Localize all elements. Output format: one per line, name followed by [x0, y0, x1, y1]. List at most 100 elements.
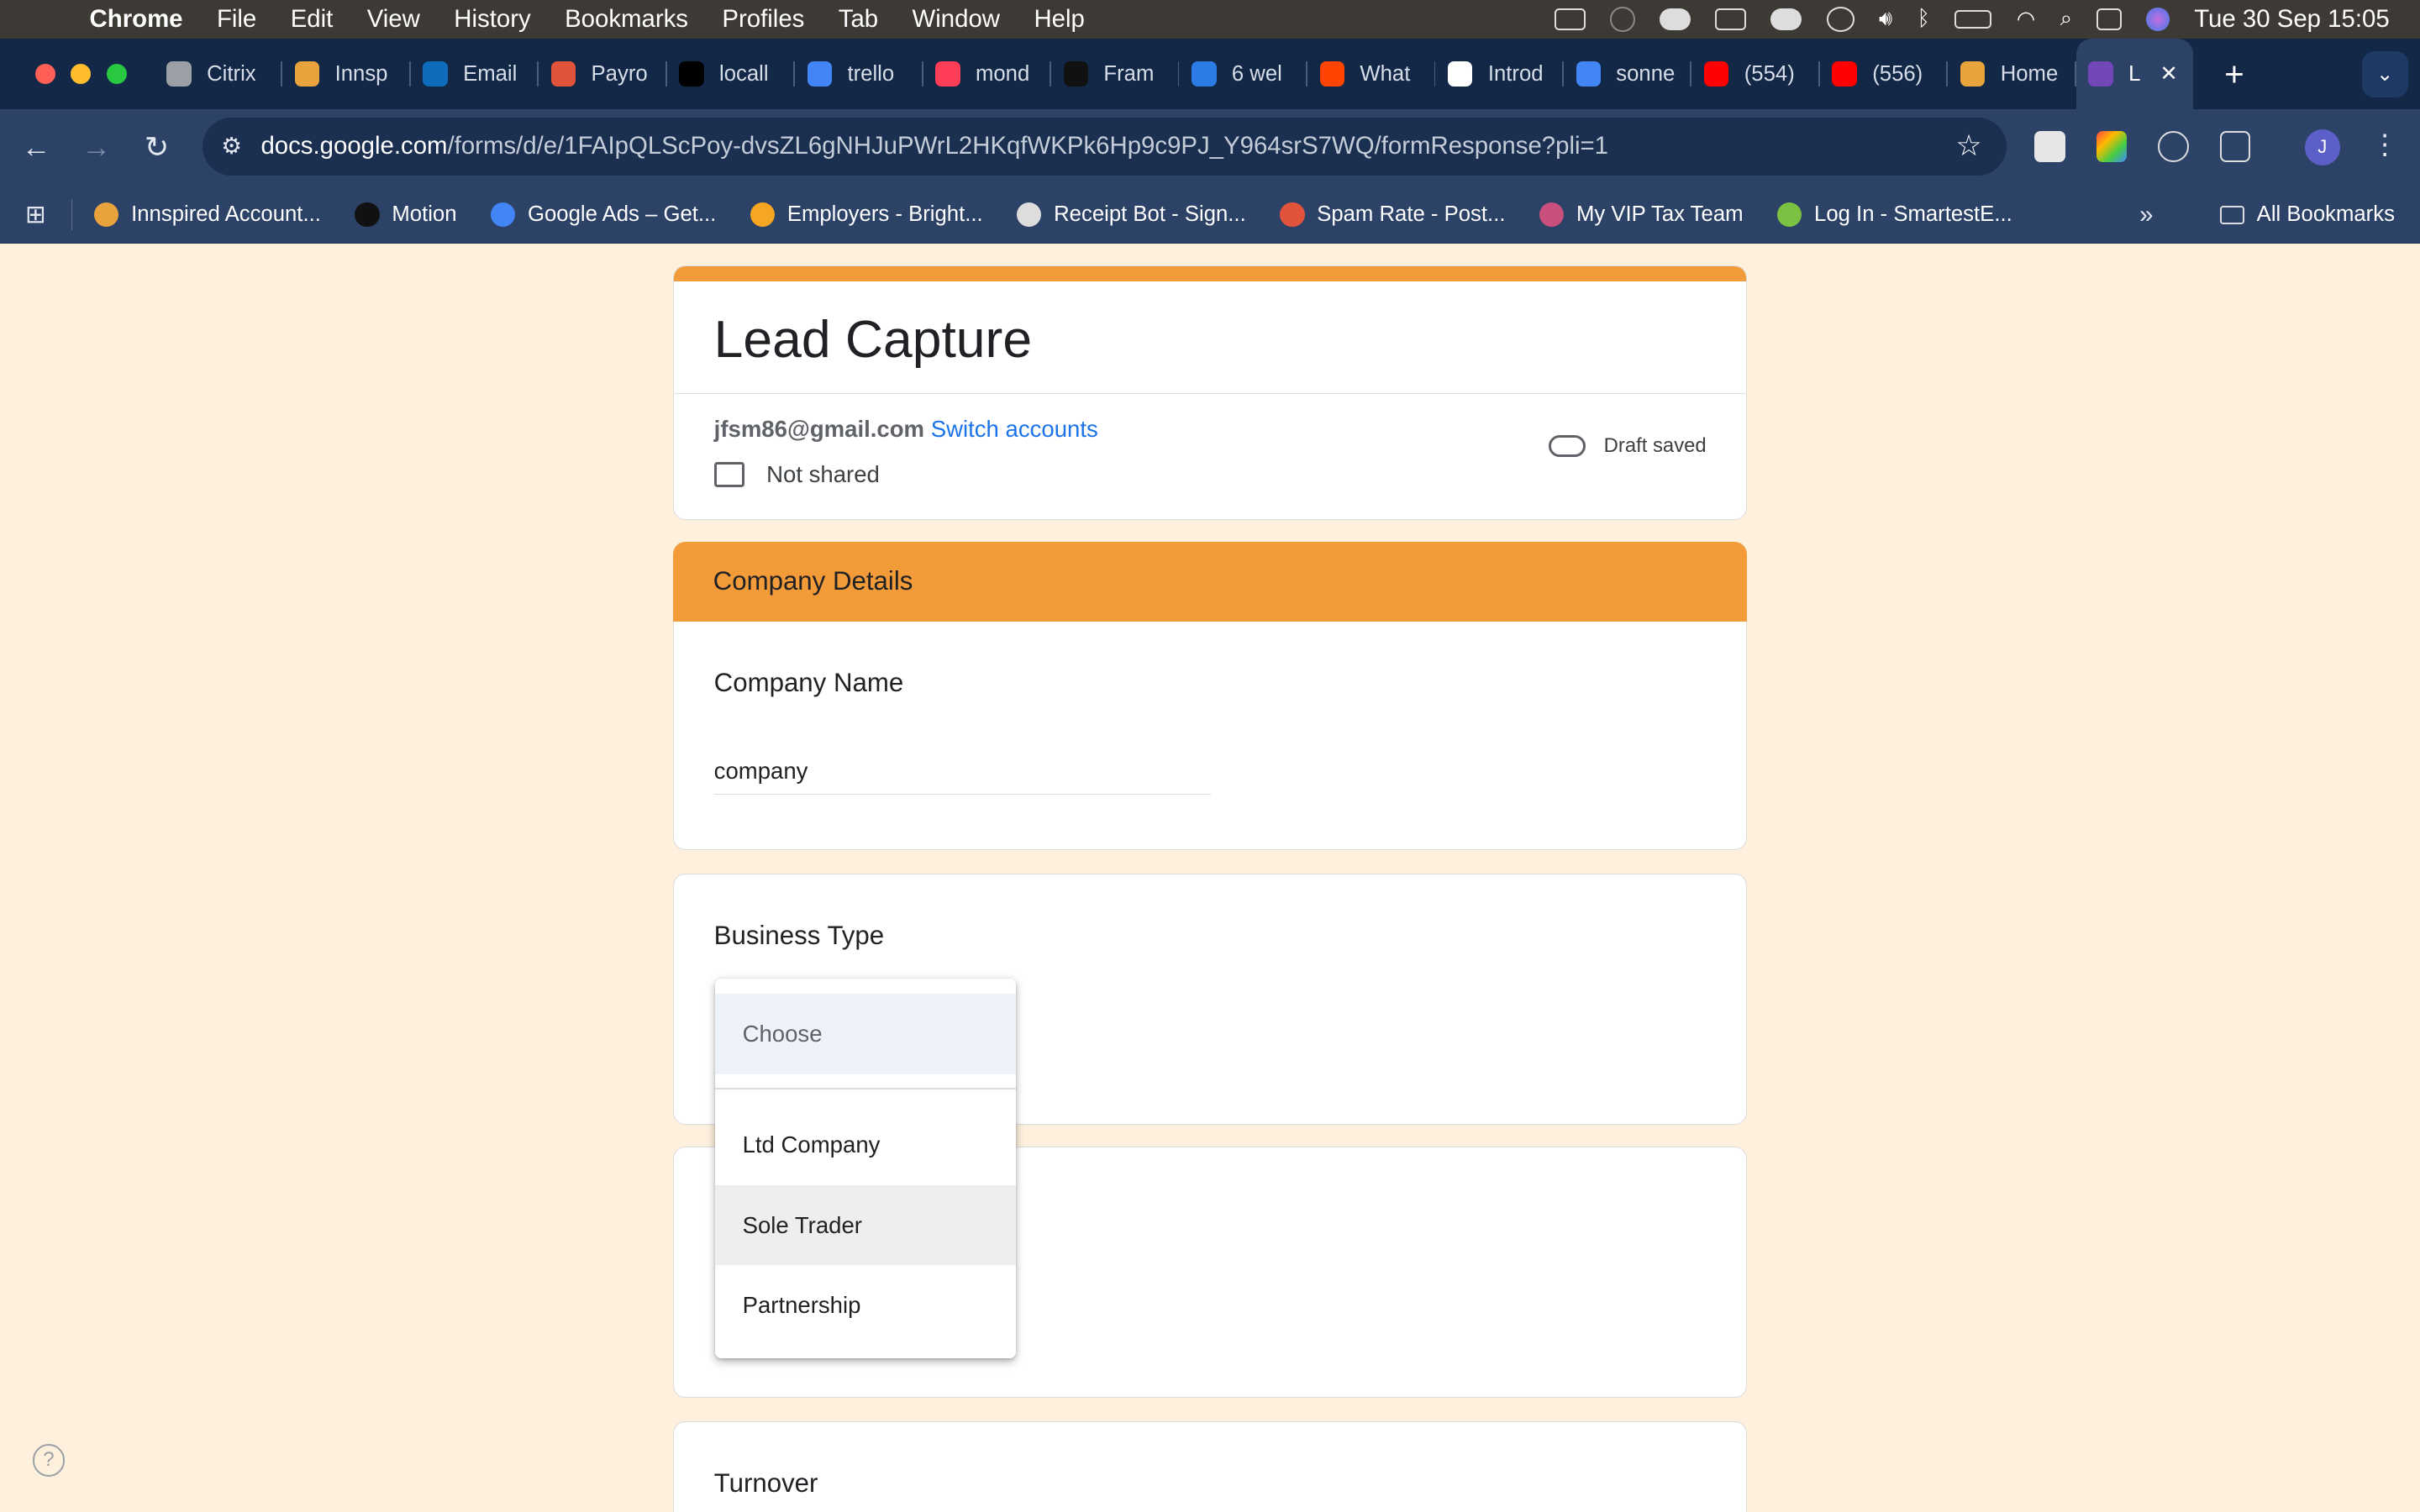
- browser-tab[interactable]: Introd: [1435, 39, 1564, 110]
- tab-search-button[interactable]: ⌄: [2361, 50, 2408, 97]
- option-partnership[interactable]: Partnership: [715, 1265, 1016, 1346]
- bookmark-label: My VIP Tax Team: [1576, 202, 1744, 227]
- bookmark-item[interactable]: Log In - SmartestE...: [1776, 202, 2012, 228]
- dropdown-placeholder[interactable]: Choose: [714, 994, 1016, 1074]
- cloud-icon[interactable]: [1660, 8, 1691, 30]
- help-icon[interactable]: ?: [32, 1444, 66, 1477]
- bookmark-item[interactable]: My VIP Tax Team: [1539, 202, 1744, 228]
- tab-favicon-icon: [1063, 61, 1089, 87]
- menu-view[interactable]: View: [367, 5, 420, 34]
- all-bookmarks-button[interactable]: All Bookmarks: [2219, 202, 2395, 227]
- creative-cloud-icon[interactable]: [1826, 7, 1854, 32]
- tab-label: Email: [463, 61, 518, 86]
- react-devtools-icon[interactable]: [2158, 131, 2189, 162]
- browser-tab[interactable]: Email: [411, 39, 539, 110]
- bookmark-star-icon[interactable]: ☆: [1955, 129, 1981, 163]
- browser-tab[interactable]: What: [1307, 39, 1436, 110]
- browser-tab[interactable]: Fram: [1051, 39, 1180, 110]
- menu-file[interactable]: File: [217, 5, 256, 34]
- option-sole-trader[interactable]: Sole Trader: [714, 1184, 1016, 1266]
- bookmark-favicon-icon: [1017, 202, 1042, 228]
- chrome-menu-icon[interactable]: ⋮: [2371, 128, 2399, 161]
- more-bookmarks-icon[interactable]: »: [2139, 201, 2153, 229]
- browser-tab[interactable]: trello: [795, 39, 923, 110]
- browser-tab[interactable]: Payro: [539, 39, 667, 110]
- forward-icon[interactable]: →: [66, 131, 127, 165]
- bluetooth-icon[interactable]: ᛒ: [1918, 7, 1930, 31]
- siri-icon[interactable]: [2146, 8, 2170, 31]
- tab-favicon-icon: [166, 61, 192, 87]
- tab-label: (556): [1872, 61, 1923, 86]
- browser-tab[interactable]: (556): [1820, 39, 1949, 110]
- menu-window[interactable]: Window: [913, 5, 1000, 34]
- browser-tab[interactable]: Innsp: [282, 39, 411, 110]
- tab-favicon-icon: [1319, 61, 1344, 87]
- bookmark-item[interactable]: Receipt Bot - Sign...: [1017, 202, 1246, 228]
- option-ltd-company[interactable]: Ltd Company: [715, 1105, 1016, 1185]
- tab-label: Fram: [1103, 61, 1155, 86]
- extension-colorpicker-icon[interactable]: [2096, 131, 2128, 162]
- mail-not-shared-icon: [713, 462, 745, 487]
- browser-tab[interactable]: mond: [923, 39, 1051, 110]
- tab-favicon-icon: [1448, 61, 1473, 87]
- reload-icon[interactable]: ↻: [127, 131, 187, 165]
- profile-avatar[interactable]: J: [2304, 129, 2340, 165]
- tab-favicon-icon: [1704, 61, 1729, 87]
- close-tab-icon[interactable]: ✕: [2160, 61, 2178, 87]
- tab-strip: Citrix Innsp Email Payro locall trello mond Fra…: [0, 38, 2420, 110]
- new-tab-button[interactable]: +: [2224, 55, 2244, 94]
- menu-app-name[interactable]: Chrome: [90, 5, 183, 34]
- extensions-puzzle-icon[interactable]: [2219, 131, 2251, 162]
- extension-icon-1[interactable]: [2034, 131, 2065, 162]
- menu-profiles[interactable]: Profiles: [722, 5, 804, 34]
- bookmark-item[interactable]: Google Ads – Get...: [490, 202, 716, 228]
- minimize-window-button[interactable]: [71, 64, 92, 85]
- menu-history[interactable]: History: [454, 5, 530, 34]
- company-name-input[interactable]: company: [713, 758, 1212, 795]
- zoom-window-button[interactable]: [106, 64, 127, 85]
- close-window-button[interactable]: [35, 64, 56, 85]
- folder-icon: [2219, 205, 2244, 224]
- window-controls: [0, 64, 155, 85]
- macos-menu-bar: Chrome File Edit View History Bookmarks …: [0, 0, 2420, 39]
- spotlight-search-icon[interactable]: ⌕: [2060, 7, 2072, 32]
- browser-tab[interactable]: Citrix: [155, 39, 283, 110]
- browser-tab[interactable]: Home: [1948, 39, 2076, 110]
- teams-icon[interactable]: [1555, 8, 1586, 30]
- question-label: Company Name: [713, 668, 904, 698]
- volume-icon[interactable]: 🔊︎: [1879, 7, 1892, 32]
- sync-icon[interactable]: [1610, 7, 1635, 32]
- menu-edit[interactable]: Edit: [291, 5, 334, 34]
- draft-saved-label: Draft saved: [1603, 434, 1707, 458]
- control-center-icon[interactable]: [2096, 8, 2122, 30]
- menubar-clock[interactable]: Tue 30 Sep 15:05: [2194, 5, 2389, 34]
- browser-tab[interactable]: (554): [1691, 39, 1820, 110]
- site-info-icon[interactable]: ⚙: [203, 133, 261, 160]
- browser-tab[interactable]: locall: [667, 39, 796, 110]
- bookmark-item[interactable]: Employers - Bright...: [750, 202, 983, 228]
- wifi-icon[interactable]: ◠: [2017, 7, 2035, 32]
- back-icon[interactable]: ←: [6, 131, 66, 165]
- tab-label: What: [1360, 61, 1411, 86]
- menu-help[interactable]: Help: [1034, 5, 1084, 34]
- bookmark-item[interactable]: Spam Rate - Post...: [1280, 202, 1505, 228]
- menu-bookmarks[interactable]: Bookmarks: [565, 5, 688, 34]
- url-path: /forms/d/e/1FAIpQLScPoy-dvsZL6gNHJuPWrL2…: [447, 132, 1609, 160]
- switch-accounts-link[interactable]: Switch accounts: [931, 416, 1098, 442]
- bookmark-item[interactable]: Innspired Account...: [94, 202, 321, 228]
- not-shared-row: Not shared: [713, 461, 1747, 488]
- menu-tab[interactable]: Tab: [839, 5, 878, 34]
- battery-icon[interactable]: [1954, 9, 1992, 29]
- address-bar[interactable]: ⚙ docs.google.com/forms/d/e/1FAIpQLScPoy…: [202, 117, 2007, 176]
- apps-grid-icon[interactable]: ⊞: [0, 200, 71, 229]
- bookmarks-separator: [71, 199, 73, 231]
- browser-tab[interactable]: 6 wel: [1179, 39, 1307, 110]
- onedrive-icon[interactable]: [1770, 8, 1802, 30]
- browser-tab[interactable]: sonne: [1564, 39, 1692, 110]
- outlook-icon[interactable]: [1715, 8, 1746, 30]
- all-bookmarks-label: All Bookmarks: [2256, 202, 2395, 227]
- bookmark-item[interactable]: Motion: [355, 202, 457, 228]
- question-label: Business Type: [713, 920, 885, 950]
- tab-active-form[interactable]: L ✕: [2075, 38, 2194, 110]
- tab-label: Home: [2000, 61, 2059, 86]
